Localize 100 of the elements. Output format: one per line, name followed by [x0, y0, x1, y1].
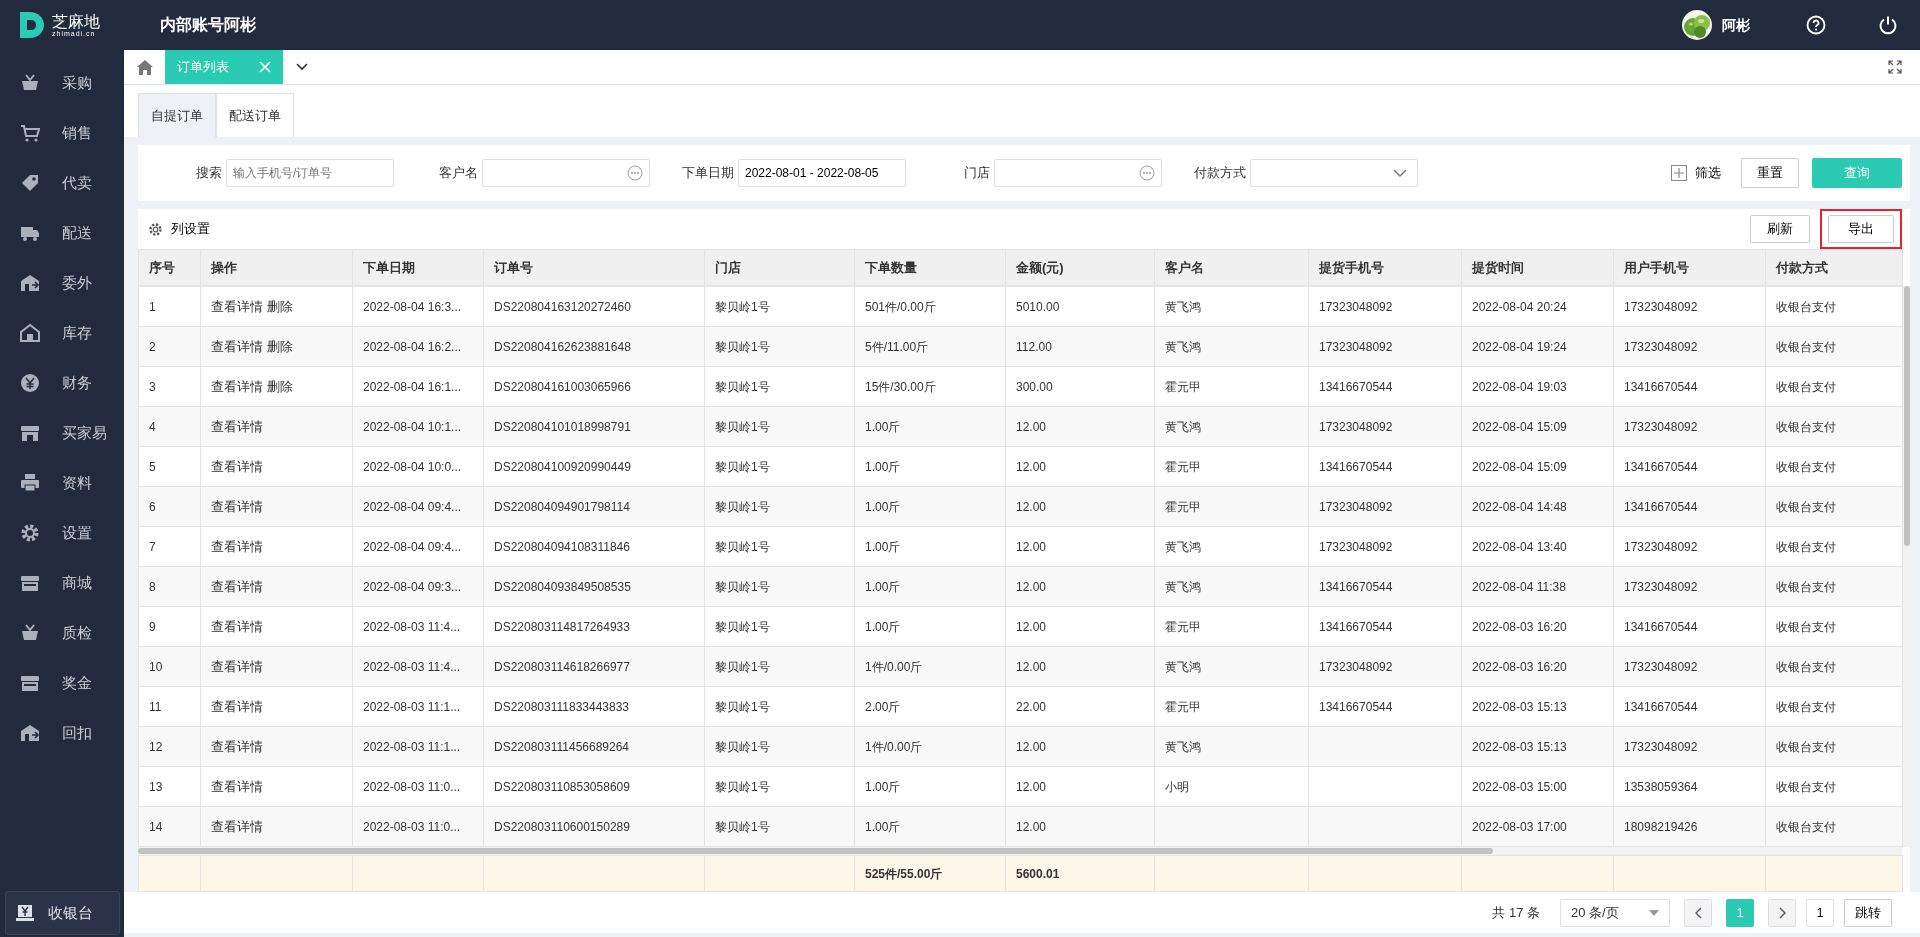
- sidebar-item[interactable]: 库存: [0, 308, 124, 358]
- table-cell: 17323048092: [1613, 726, 1766, 767]
- help-icon[interactable]: [1806, 15, 1826, 35]
- table-cell: 2022-08-04 09:4...: [352, 526, 484, 567]
- table-cell: 17323048092: [1613, 646, 1766, 687]
- filter-button[interactable]: 筛选: [1671, 163, 1721, 183]
- table-cell: 黎贝岭1号: [704, 566, 855, 607]
- building-icon: [20, 723, 40, 743]
- table-cell: 1.00斤: [854, 606, 1006, 647]
- table-cell: 4: [138, 406, 201, 447]
- table-cell: 2022-08-04 11:38: [1461, 566, 1614, 607]
- table-cell: 11: [138, 686, 201, 727]
- table-cell: 2022-08-04 09:3...: [352, 566, 484, 607]
- action-link[interactable]: 查看详情: [211, 538, 263, 554]
- sidebar-item[interactable]: 回扣: [0, 708, 124, 758]
- table-cell: 300.00: [1005, 366, 1155, 407]
- reset-button[interactable]: 重置: [1741, 158, 1799, 188]
- table-cell: DS220804162623881648: [483, 326, 705, 367]
- table-cell: 黄飞鸿: [1154, 326, 1309, 367]
- table-cell: 1.00斤: [854, 406, 1006, 447]
- sidebar-item[interactable]: 设置: [0, 508, 124, 558]
- cashier-button[interactable]: 收银台: [5, 891, 120, 935]
- page-size-select[interactable]: 20 条/页: [1560, 898, 1670, 927]
- action-link[interactable]: 查看详情: [211, 298, 263, 314]
- action-link[interactable]: 删除: [267, 338, 293, 354]
- chevron-left-icon: [1694, 906, 1702, 919]
- table-cell: 13416670544: [1308, 366, 1462, 407]
- sidebar-item[interactable]: 配送: [0, 208, 124, 258]
- sidebar-item[interactable]: 买家易: [0, 408, 124, 458]
- scrollbar[interactable]: [138, 847, 1902, 855]
- column-header: 提货时间: [1461, 249, 1614, 286]
- table-cell: 17323048092: [1308, 486, 1462, 527]
- table-cell: DS220803111456689264: [483, 726, 705, 767]
- house-icon: [20, 323, 40, 343]
- table-cell: 收银台支付: [1765, 686, 1903, 727]
- table-cell: 2022-08-03 15:00: [1461, 766, 1614, 807]
- select-field[interactable]: [1250, 159, 1418, 187]
- table-cell: 2022-08-04 20:24: [1461, 286, 1614, 327]
- sidebar-item[interactable]: 质检: [0, 608, 124, 658]
- table-cell: 1.00斤: [854, 566, 1006, 607]
- action-link[interactable]: 查看详情: [211, 618, 263, 634]
- picker-field[interactable]: [482, 159, 650, 187]
- action-link[interactable]: 删除: [267, 378, 293, 394]
- sidebar-item[interactable]: 销售: [0, 108, 124, 158]
- gear-icon: [148, 221, 163, 237]
- table-cell: 2022-08-03 11:0...: [352, 766, 484, 807]
- order-tab[interactable]: 配送订单: [216, 93, 294, 137]
- fullscreen-icon[interactable]: [1888, 60, 1902, 74]
- action-link[interactable]: 删除: [267, 298, 293, 314]
- sidebar-item[interactable]: 资料: [0, 458, 124, 508]
- sidebar-item[interactable]: 奖金: [0, 658, 124, 708]
- action-link[interactable]: 查看详情: [211, 778, 263, 794]
- column-settings-button[interactable]: 列设置: [148, 219, 210, 239]
- table-cell: 霍元甲: [1154, 366, 1309, 407]
- table-cell: 501件/0.00斤: [854, 286, 1006, 327]
- power-icon[interactable]: [1878, 15, 1898, 35]
- table-cell: 12.00: [1005, 406, 1155, 447]
- action-link[interactable]: 查看详情: [211, 658, 263, 674]
- table-cell: 黎贝岭1号: [704, 326, 855, 367]
- action-link[interactable]: 查看详情: [211, 338, 263, 354]
- sidebar-item[interactable]: 财务: [0, 358, 124, 408]
- table-cell: 6: [138, 486, 201, 527]
- next-page-button[interactable]: [1768, 898, 1796, 927]
- input-field[interactable]: 2022-08-01 - 2022-08-05: [738, 159, 906, 187]
- sidebar-item[interactable]: 采购: [0, 58, 124, 108]
- action-link[interactable]: 查看详情: [211, 818, 263, 834]
- action-link[interactable]: 查看详情: [211, 698, 263, 714]
- logo-icon: [20, 12, 44, 38]
- order-tab[interactable]: 自提订单: [138, 93, 216, 137]
- table-cell: 12.00: [1005, 486, 1155, 527]
- table-cell: DS220803114817264933: [483, 606, 705, 647]
- table-cell: 3: [138, 366, 201, 407]
- table-cell: 收银台支付: [1765, 806, 1903, 847]
- table-cell: 黎贝岭1号: [704, 686, 855, 727]
- action-link[interactable]: 查看详情: [211, 418, 263, 434]
- action-link[interactable]: 查看详情: [211, 498, 263, 514]
- page-input[interactable]: 1: [1806, 898, 1834, 927]
- table-cell: 1.00斤: [854, 766, 1006, 807]
- refresh-button[interactable]: 刷新: [1750, 215, 1810, 243]
- table-cell: 2022-08-03 11:4...: [352, 646, 484, 687]
- scrollbar[interactable]: [1903, 286, 1910, 847]
- table-cell: 小明: [1154, 766, 1309, 807]
- action-link[interactable]: 查看详情: [211, 578, 263, 594]
- jump-button[interactable]: 跳转: [1844, 898, 1892, 927]
- action-link[interactable]: 查看详情: [211, 378, 263, 394]
- table-cell: 9: [138, 606, 201, 647]
- action-link[interactable]: 查看详情: [211, 738, 263, 754]
- picker-field[interactable]: [994, 159, 1162, 187]
- export-button[interactable]: 导出: [1828, 215, 1894, 243]
- sidebar-item[interactable]: 代卖: [0, 158, 124, 208]
- sidebar-item[interactable]: 委外: [0, 258, 124, 308]
- input-field[interactable]: 输入手机号/订单号: [226, 159, 394, 187]
- action-link[interactable]: 查看详情: [211, 458, 263, 474]
- column-header: 操作: [200, 249, 353, 286]
- total-count: 共 17 条: [1492, 903, 1540, 922]
- sidebar-item[interactable]: 商城: [0, 558, 124, 608]
- table-cell: 12.00: [1005, 646, 1155, 687]
- table-cell: 17323048092: [1613, 286, 1766, 327]
- previous-page-button[interactable]: [1684, 898, 1712, 927]
- table-cell: 17323048092: [1308, 286, 1462, 327]
